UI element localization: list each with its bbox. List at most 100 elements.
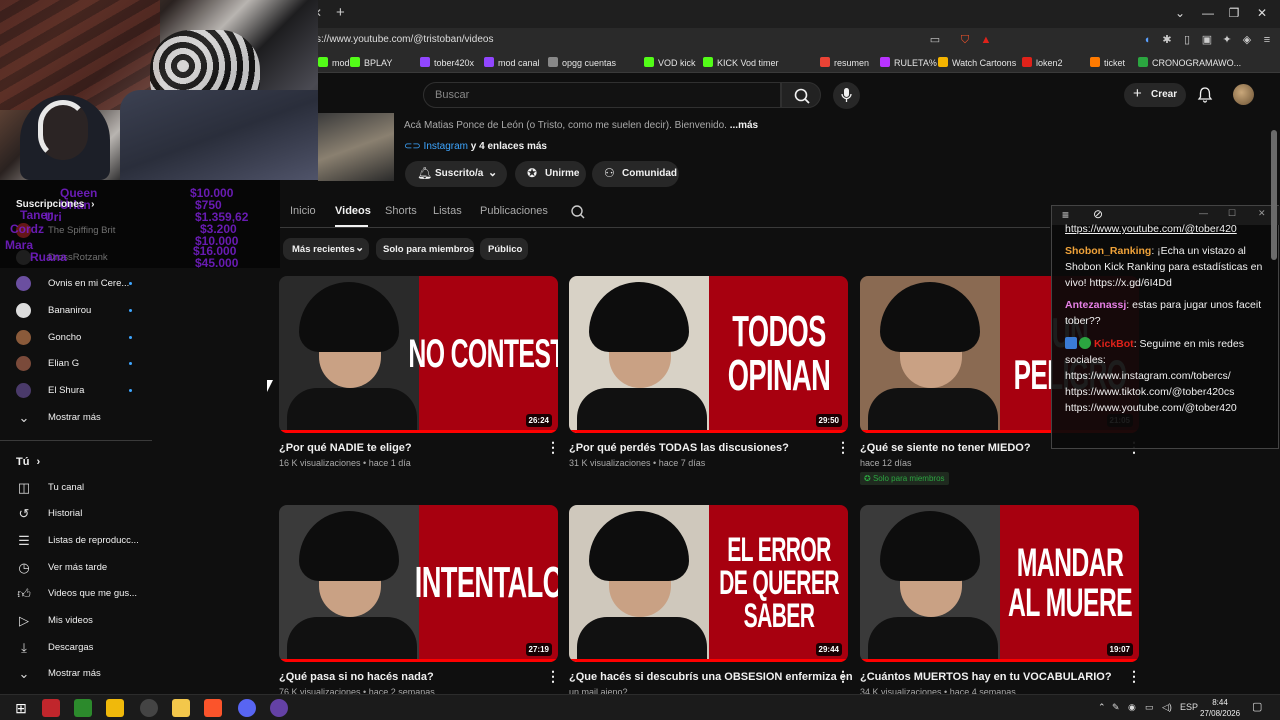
extensions-icon[interactable]: ✱	[1160, 33, 1174, 47]
bookmark-item[interactable]: RULETA%	[880, 57, 937, 68]
notifications-button[interactable]	[1196, 86, 1214, 104]
sidebar-subscription-item[interactable]: El Shura	[0, 378, 150, 404]
you-header[interactable]: Tú ›	[16, 456, 40, 468]
menu-icon[interactable]: ≡	[1062, 208, 1069, 222]
notifications-tray-icon[interactable]: ▢	[1252, 700, 1262, 713]
block-icon[interactable]: ⊘	[1093, 207, 1103, 221]
bookmark-item[interactable]: ticket	[1090, 57, 1125, 68]
chip-public[interactable]: Público	[480, 238, 528, 260]
cast-icon[interactable]: ▭	[928, 33, 942, 47]
video-thumbnail[interactable]: TODOS OPINAN 29:50	[569, 276, 848, 433]
leo-icon[interactable]: ✦	[1220, 33, 1234, 47]
sidebar-show-more[interactable]: ⌄ Mostrar más	[0, 405, 150, 431]
subscribed-button[interactable]: 🔔︎ Suscrito/a ⌄	[405, 161, 507, 187]
voice-search-button[interactable]	[833, 82, 860, 109]
instagram-link[interactable]: Instagram	[424, 141, 468, 152]
tray-icon[interactable]: ◉	[1128, 702, 1136, 713]
video-thumbnail[interactable]: MANDAR AL MUERE 19:07	[860, 505, 1139, 662]
bookmark-item[interactable]: mod	[318, 57, 350, 68]
maximize-icon[interactable]: ☐	[1228, 208, 1236, 219]
app-icon-purple[interactable]	[270, 699, 288, 717]
search-button[interactable]	[781, 82, 821, 108]
brave-browser-icon[interactable]	[204, 699, 222, 717]
sidebar-subscription-item[interactable]: Goncho	[0, 325, 150, 351]
sidebar-subscription-item[interactable]: Ovnis en mi Cere...	[0, 271, 150, 297]
windows-start-icon[interactable]: ⊞	[12, 699, 30, 717]
bookmark-item[interactable]: mod canal	[484, 57, 540, 68]
vpn-icon[interactable]: ◈	[1240, 33, 1254, 47]
sidebar-item-like[interactable]: 👍︎ Videos que me gus...	[0, 581, 150, 607]
video-more-options-icon[interactable]: ⋮	[836, 440, 850, 454]
close-icon[interactable]: ✕	[1258, 208, 1266, 219]
app-icon-obs-studio[interactable]	[140, 699, 158, 717]
video-thumbnail[interactable]: NO CONTESTA 26:24	[279, 276, 558, 433]
menu-icon[interactable]: ≡	[1260, 33, 1274, 47]
video-title[interactable]: ¿Qué pasa si no hacés nada?	[279, 671, 434, 683]
restore-button[interactable]: ❐	[1224, 6, 1244, 20]
app-icon-binance[interactable]	[106, 699, 124, 717]
video-more-options-icon[interactable]: ⋮	[546, 669, 560, 683]
bookmark-item[interactable]: CRONOGRAMAWO...	[1138, 57, 1241, 68]
app-icon-obs[interactable]	[74, 699, 92, 717]
minimize-icon[interactable]: —	[1199, 208, 1208, 218]
more-links[interactable]: y 4 enlaces más	[468, 141, 547, 152]
volume-icon[interactable]: ◁)	[1162, 702, 1172, 713]
tab-shorts[interactable]: Shorts	[385, 205, 417, 217]
new-tab-button[interactable]: +	[336, 4, 345, 21]
video-title[interactable]: ¿Qué se siente no tener MIEDO?	[860, 442, 1031, 454]
bookmark-item[interactable]: VOD kick	[644, 57, 696, 68]
channel-links[interactable]: ⊂⊃ Instagram y 4 enlaces más	[404, 141, 547, 152]
brave-shield-icon[interactable]: ⛉	[958, 33, 972, 47]
minimize-button[interactable]: —	[1198, 6, 1218, 20]
channel-description[interactable]: Acá Matias Ponce de León (o Tristo, como…	[404, 120, 758, 131]
video-more-options-icon[interactable]: ⋮	[546, 440, 560, 454]
bookmark-item[interactable]: loken2	[1022, 57, 1063, 68]
bookmark-item[interactable]: BPLAY	[350, 57, 392, 68]
video-title[interactable]: ¿Por qué NADIE te elige?	[279, 442, 412, 454]
file-explorer-icon[interactable]	[172, 699, 190, 717]
channel-search-icon[interactable]	[570, 204, 586, 220]
chip-members-only[interactable]: Solo para miembros	[376, 238, 474, 260]
audio-icon[interactable]: ◖	[1140, 33, 1154, 47]
sidebar-item-chevron-down[interactable]: ⌄ Mostrar más	[0, 661, 150, 687]
bookmark-item[interactable]: resumen	[820, 57, 869, 68]
network-icon[interactable]: ▭	[1145, 702, 1154, 713]
url-text[interactable]: s://www.youtube.com/@tristoban/videos	[316, 34, 493, 45]
tab-list-icon[interactable]: ⌄	[1170, 6, 1190, 20]
tab-publicaciones[interactable]: Publicaciones	[480, 205, 548, 217]
bookmark-item[interactable]: Watch Cartoons	[938, 57, 1016, 68]
sidebar-subscription-item[interactable]: Bananirou	[0, 298, 150, 324]
bookmark-item[interactable]: tober420x	[420, 57, 474, 68]
video-title[interactable]: ¿Por qué perdés TODAS las discusiones?	[569, 442, 789, 454]
tab-inicio[interactable]: Inicio	[290, 205, 316, 217]
bookmark-item[interactable]: KICK Vod timer	[703, 57, 779, 68]
join-button[interactable]: ✪ Unirme	[515, 161, 586, 187]
description-more-link[interactable]: ...más	[727, 120, 758, 131]
sidebar-item-history[interactable]: ↺ Historial	[0, 501, 150, 527]
video-title[interactable]: ¿Cuántos MUERTOS hay en tu VOCABULARIO?	[860, 671, 1112, 683]
search-input[interactable]: Buscar	[423, 82, 781, 108]
language-indicator[interactable]: ESP	[1180, 702, 1198, 712]
page-scrollbar[interactable]	[1271, 130, 1277, 260]
discord-icon[interactable]	[238, 699, 256, 717]
video-thumbnail[interactable]: EL ERROR DE QUERER SABER 29:44	[569, 505, 848, 662]
tab-videos[interactable]: Videos	[335, 205, 371, 217]
video-more-options-icon[interactable]: ⋮	[836, 669, 850, 683]
account-avatar[interactable]	[1233, 84, 1254, 105]
create-button[interactable]: + Crear	[1124, 83, 1186, 107]
bookmark-item[interactable]: opgg cuentas	[548, 57, 616, 68]
sidebar-icon[interactable]: ▯	[1180, 33, 1194, 47]
sidebar-item-download[interactable]: ⤓ Descargas	[0, 635, 150, 661]
app-icon-b[interactable]	[42, 699, 60, 717]
chip-latest[interactable]: Más recientes ⌄	[283, 238, 369, 260]
subscriptions-header[interactable]: Suscripciones ›	[16, 199, 94, 210]
wallet-icon[interactable]: ▣	[1200, 33, 1214, 47]
tab-listas[interactable]: Listas	[433, 205, 462, 217]
clock[interactable]: 8:44 27/08/2026	[1200, 697, 1240, 719]
sidebar-item-channel[interactable]: ◫ Tu canal	[0, 475, 150, 501]
sidebar-item-playlist[interactable]: ☰ Listas de reproducc...	[0, 528, 150, 554]
tray-icon[interactable]: ✎	[1112, 702, 1120, 713]
sidebar-item-clock[interactable]: ◷ Ver más tarde	[0, 555, 150, 581]
video-title[interactable]: ¿Que hacés si descubrís una OBSESION enf…	[569, 671, 853, 683]
brave-rewards-icon[interactable]: ▲	[979, 33, 993, 47]
